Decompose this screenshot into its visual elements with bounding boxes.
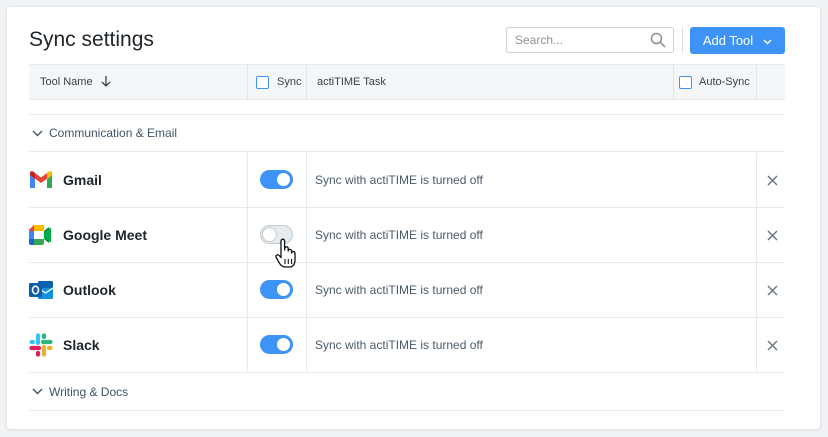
- sync-toggle[interactable]: [260, 170, 293, 189]
- column-divider: [673, 65, 674, 99]
- add-tool-label: Add Tool: [702, 33, 754, 48]
- auto-sync-all-checkbox[interactable]: [679, 75, 692, 89]
- sync-all-checkbox[interactable]: [256, 75, 269, 89]
- remove-close-icon[interactable]: [763, 226, 781, 244]
- sync-toggle[interactable]: [260, 335, 293, 354]
- table-row: Slack Sync with actiTIME is turned off: [29, 318, 785, 373]
- table-row: Google Meet Sync with actiTIME is turned…: [29, 208, 785, 263]
- column-auto-sync: Auto-Sync: [679, 65, 750, 99]
- sync-status-text: Sync with actiTIME is turned off: [315, 283, 483, 297]
- sort-arrow-down-icon[interactable]: [101, 75, 111, 90]
- column-sync-label: Sync: [277, 76, 302, 88]
- search-box[interactable]: [506, 27, 674, 53]
- tool-name: Outlook: [63, 282, 116, 298]
- group-communication-email[interactable]: Communication & Email: [29, 114, 785, 152]
- remove-close-icon[interactable]: [763, 171, 781, 189]
- gmail-logo-icon: [29, 168, 53, 192]
- page-title: Sync settings: [29, 28, 154, 51]
- chevron-down-icon[interactable]: [29, 388, 43, 395]
- tool-name-cell: Gmail: [29, 153, 102, 207]
- sync-status-text: Sync with actiTIME is turned off: [315, 173, 483, 187]
- add-tool-button[interactable]: Add Tool: [690, 27, 785, 54]
- column-task-label: actiTIME Task: [317, 76, 386, 88]
- sync-toggle[interactable]: [260, 280, 293, 299]
- column-auto-sync-label: Auto-Sync: [699, 76, 750, 88]
- cell-divider: [756, 208, 757, 262]
- sync-status-text: Sync with actiTIME is turned off: [315, 338, 483, 352]
- table-row: Outlook Sync with actiTIME is turned off: [29, 263, 785, 318]
- column-divider: [247, 65, 248, 99]
- remove-close-icon[interactable]: [763, 281, 781, 299]
- column-tool-name[interactable]: Tool Name: [40, 65, 111, 99]
- cell-divider: [247, 318, 248, 372]
- cell-divider: [247, 208, 248, 262]
- search-input[interactable]: [513, 32, 649, 48]
- toggle-knob: [277, 283, 290, 296]
- column-sync: Sync: [256, 65, 301, 99]
- cell-divider: [306, 153, 307, 207]
- cell-divider: [756, 318, 757, 372]
- cell-divider: [306, 263, 307, 317]
- cell-divider: [247, 153, 248, 207]
- hand-pointer-cursor-icon: [275, 238, 297, 275]
- tool-name-cell: Outlook: [29, 263, 116, 317]
- column-divider: [306, 65, 307, 99]
- column-tool-name-label: Tool Name: [40, 76, 93, 88]
- chevron-down-icon[interactable]: [29, 130, 43, 137]
- outlook-logo-icon: [29, 278, 53, 302]
- cell-divider: [306, 318, 307, 372]
- slack-logo-icon: [29, 333, 53, 357]
- group-label: Communication & Email: [49, 126, 178, 140]
- cell-divider: [756, 153, 757, 207]
- tool-name: Google Meet: [63, 227, 148, 243]
- group-label: Writing & Docs: [49, 384, 129, 399]
- tool-name-cell: Google Meet: [29, 208, 147, 262]
- toggle-knob: [277, 338, 290, 351]
- google-meet-logo-icon: [29, 223, 53, 247]
- group-writing-docs[interactable]: Writing & Docs: [29, 373, 785, 411]
- cell-divider: [756, 263, 757, 317]
- column-divider: [756, 65, 757, 99]
- remove-close-icon[interactable]: [763, 336, 781, 354]
- tool-name: Slack: [63, 337, 100, 353]
- toolbar-divider: [682, 27, 683, 53]
- column-task: actiTIME Task: [317, 65, 386, 99]
- tool-name-cell: Slack: [29, 318, 100, 372]
- cell-divider: [247, 263, 248, 317]
- table-header: Tool Name Sync actiTIME Task Auto-Sync: [29, 64, 785, 100]
- search-icon[interactable]: [649, 31, 667, 49]
- sync-status-text: Sync with actiTIME is turned off: [315, 228, 483, 242]
- tool-name: Gmail: [63, 172, 102, 188]
- table-row: Gmail Sync with actiTIME is turned off: [29, 153, 785, 208]
- cell-divider: [306, 208, 307, 262]
- toggle-knob: [277, 173, 290, 186]
- chevron-down-icon: [763, 33, 772, 48]
